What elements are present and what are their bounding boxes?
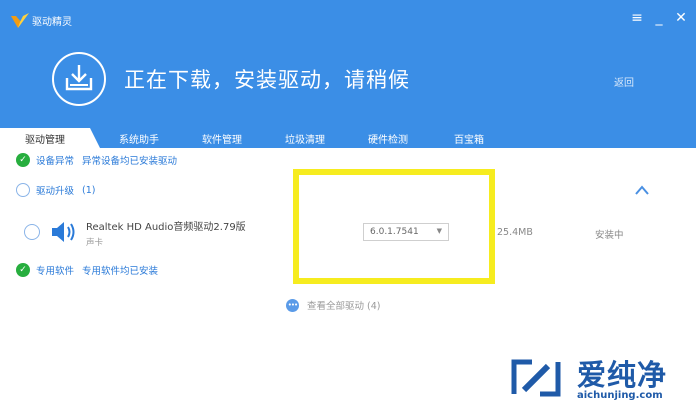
highlight-annotation-box xyxy=(293,169,495,284)
download-tray-icon xyxy=(52,52,106,106)
driver-upgrade-count: (1) xyxy=(82,184,96,196)
tab-software-management[interactable]: 软件管理 xyxy=(186,128,258,148)
tab-junk-cleanup[interactable]: 垃圾清理 xyxy=(270,128,340,148)
dedicated-software-row: ✓ 专用软件 专用软件均已安装 xyxy=(16,263,158,277)
header-banner: 驱动精灵 ≡ _ ✕ 正在下载，安装驱动，请稍候 返回 驱动管理 系统助手 软件… xyxy=(0,0,696,148)
aichunjing-logo-icon xyxy=(511,359,561,397)
tab-driver-management[interactable]: 驱动管理 xyxy=(0,128,100,148)
driver-upgrade-select-all-radio[interactable] xyxy=(16,183,30,197)
watermark-name: 爱纯净 xyxy=(577,358,668,392)
close-icon[interactable]: ✕ xyxy=(674,10,688,26)
driver-install-status: 安装中 xyxy=(595,230,624,241)
check-circle-icon: ✓ xyxy=(16,153,30,167)
tab-bar: 驱动管理 系统助手 软件管理 垃圾清理 硬件检测 百宝箱 xyxy=(0,128,696,148)
tab-hardware-detection[interactable]: 硬件检测 xyxy=(352,128,424,148)
more-dots-icon: ••• xyxy=(286,298,299,312)
device-error-message: 异常设备均已安装驱动 xyxy=(82,156,178,167)
driver-size: 25.4MB xyxy=(497,227,533,238)
view-all-label: 查看全部驱动 (4) xyxy=(307,301,381,312)
view-all-drivers-link[interactable]: ••• 查看全部驱动 (4) xyxy=(286,298,380,312)
minimize-icon[interactable]: _ xyxy=(652,10,666,26)
status-title: 正在下载，安装驱动，请稍候 xyxy=(124,68,410,92)
check-circle-icon: ✓ xyxy=(16,263,30,277)
dedicated-software-title: 专用软件 xyxy=(36,266,75,277)
driver-genius-logo-icon xyxy=(11,13,29,28)
dedicated-software-message: 专用软件均已安装 xyxy=(82,266,159,277)
back-link[interactable]: 返回 xyxy=(614,74,634,89)
driver-upgrade-title: 驱动升级 xyxy=(36,186,75,197)
chevron-up-icon[interactable] xyxy=(634,184,650,196)
window-controls: ≡ _ ✕ xyxy=(630,10,688,26)
device-error-row: ✓ 设备异常 异常设备均已安装驱动 xyxy=(16,153,177,167)
driver-upgrade-row: 驱动升级 (1) xyxy=(16,183,95,197)
watermark-url: aichunjing.com xyxy=(577,390,663,401)
driver-type: 声卡 xyxy=(86,238,104,248)
tab-system-assistant[interactable]: 系统助手 xyxy=(104,128,174,148)
tab-toolbox[interactable]: 百宝箱 xyxy=(436,128,502,148)
driver-select-radio[interactable] xyxy=(24,224,40,240)
device-error-title: 设备异常 xyxy=(36,156,75,167)
app-title: 驱动精灵 xyxy=(32,17,72,28)
menu-icon[interactable]: ≡ xyxy=(630,10,644,26)
speaker-icon xyxy=(52,222,75,242)
driver-name: Realtek HD Audio音频驱动2.79版 xyxy=(86,222,246,233)
